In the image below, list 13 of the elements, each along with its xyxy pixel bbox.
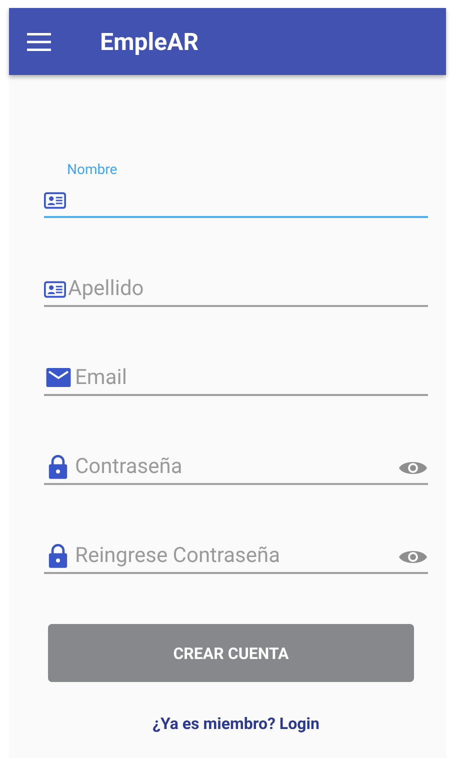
lock-icon <box>48 544 68 568</box>
input-field[interactable]: Reingrese Contraseña <box>44 540 428 574</box>
lock-icon <box>48 455 68 479</box>
id-card-icon <box>44 281 66 298</box>
eye-icon[interactable] <box>399 548 427 566</box>
floating-label: Nombre <box>67 162 118 178</box>
login-link[interactable]: ¿Ya es miembro? Login <box>152 714 320 733</box>
id-card-icon <box>44 192 66 209</box>
menu-icon[interactable] <box>27 32 51 50</box>
mail-icon <box>46 368 71 387</box>
eye-icon[interactable] <box>399 459 427 477</box>
input-field[interactable]: Apellido <box>44 273 428 307</box>
app-title: EmpleAR <box>100 28 199 56</box>
